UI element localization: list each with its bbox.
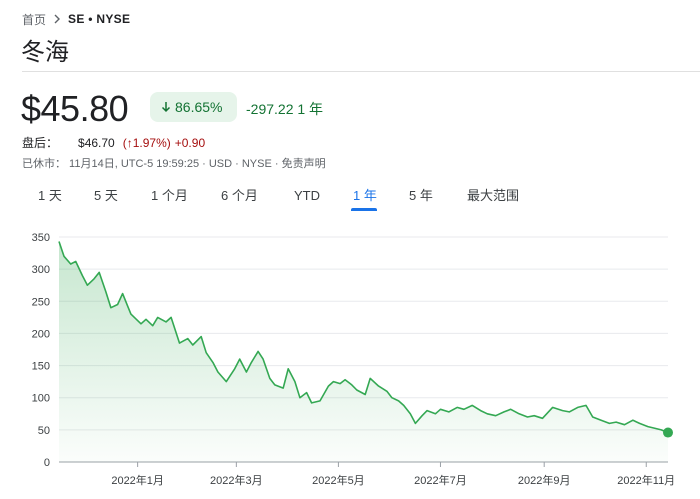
breadcrumb-home-link[interactable]: 首页 xyxy=(22,11,46,28)
x-tick-label: 2022年9月 xyxy=(518,473,571,487)
x-tick-label: 2022年5月 xyxy=(312,473,365,487)
chevron-right-icon xyxy=(54,14,61,24)
company-name: 冬海 xyxy=(21,38,69,66)
market-status-meta: 已休市： 11月14日, UTC-5 19:59:25 · USD · NYSE… xyxy=(22,158,326,170)
after-hours-label: 盘后： xyxy=(22,136,59,150)
arrow-down-icon xyxy=(161,102,171,113)
change-percent-badge: 86.65% xyxy=(150,92,237,122)
tab-1m[interactable]: 1 个月 xyxy=(151,186,188,212)
change-absolute: -297.22 1 年 xyxy=(246,101,324,117)
active-tab-indicator xyxy=(351,208,377,211)
y-tick-label: 350 xyxy=(32,232,50,244)
after-hours-row: 盘后： $46.70 (↑1.97%) +0.90 xyxy=(22,134,205,151)
change-percent: 86.65% xyxy=(175,99,223,115)
tab-6m[interactable]: 6 个月 xyxy=(221,186,258,212)
stock-price: $45.80 xyxy=(21,88,129,129)
tab-ytd[interactable]: YTD xyxy=(294,186,320,212)
header-divider xyxy=(22,71,700,72)
x-tick-label: 2022年11月 xyxy=(617,473,675,487)
tab-max[interactable]: 最大范围 xyxy=(467,186,519,212)
breadcrumb-ticker: SE • NYSE xyxy=(68,12,131,26)
price-area-fill xyxy=(59,241,668,462)
x-tick-label: 2022年7月 xyxy=(414,473,467,487)
y-tick-label: 100 xyxy=(32,393,50,405)
after-hours-percent: (↑1.97%) xyxy=(122,135,171,150)
tab-1d[interactable]: 1 天 xyxy=(38,186,62,212)
price-chart[interactable]: 0 50 100 150 200 250 300 350 2022年1月 2022年3月 2022… xyxy=(0,225,700,499)
after-hours-price: $46.70 xyxy=(78,135,115,150)
range-tabs: 1 天 5 天 1 个月 6 个月 YTD 1 年 5 年 最大范围 xyxy=(0,186,700,212)
x-tick-label: 2022年1月 xyxy=(111,473,164,487)
tab-5y[interactable]: 5 年 xyxy=(409,186,433,212)
y-tick-label: 200 xyxy=(32,328,50,340)
x-tick-label: 2022年3月 xyxy=(210,473,263,487)
y-tick-label: 150 xyxy=(32,361,50,373)
breadcrumb: 首页 SE • NYSE xyxy=(22,11,130,27)
y-tick-label: 0 xyxy=(44,457,50,469)
after-hours-change: +0.90 xyxy=(174,135,206,150)
y-tick-label: 300 xyxy=(32,264,50,276)
tab-5d[interactable]: 5 天 xyxy=(94,186,118,212)
last-price-dot xyxy=(663,427,673,438)
y-tick-label: 250 xyxy=(32,296,50,308)
y-tick-label: 50 xyxy=(38,425,50,437)
